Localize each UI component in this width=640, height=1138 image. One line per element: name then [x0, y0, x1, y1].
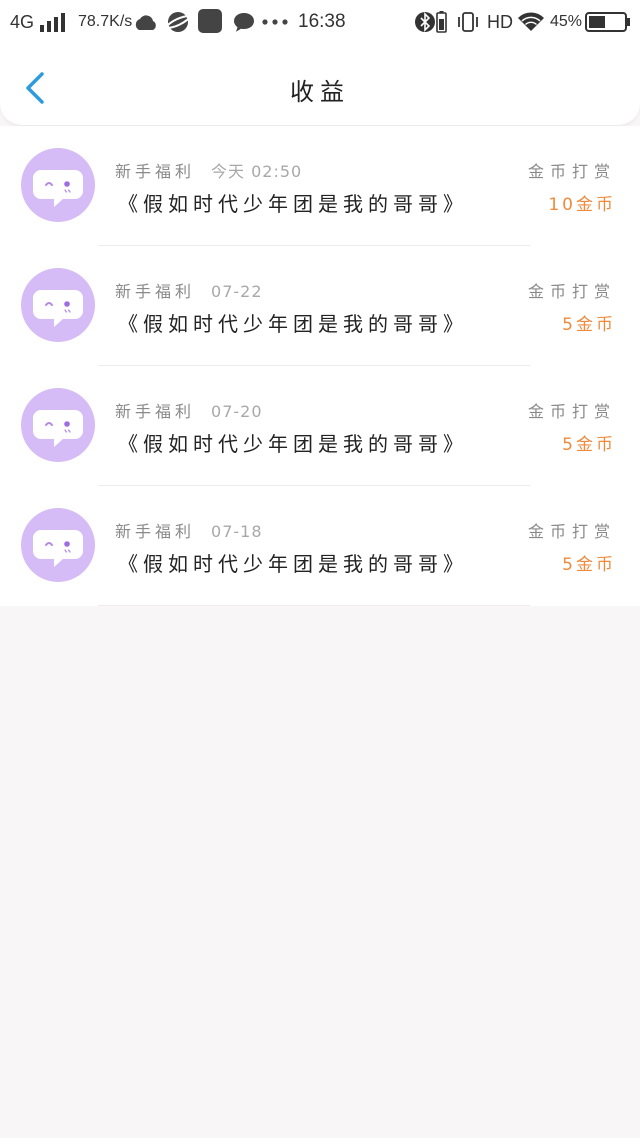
bluetooth-icon: [415, 12, 435, 32]
app-notification-icon: [198, 9, 222, 33]
item-type: 金币打赏: [527, 522, 616, 541]
chat-bubble-face-icon: [33, 410, 83, 447]
item-meta: 新手福利 今天 02:50: [115, 158, 302, 182]
earnings-list: 新手福利 今天 02:50 《假如时代少年团是我的哥哥》 金币打赏 10金币 新手…: [0, 126, 640, 606]
header: 收益: [0, 44, 640, 126]
status-bar: 4G 78.7K/s 16:38 HD 45%: [0, 0, 640, 44]
avatar: [21, 508, 95, 582]
chat-bubble-icon: [234, 13, 254, 32]
network-type: 4G: [10, 12, 35, 32]
item-amount: 5金币: [562, 555, 616, 575]
page-title: 收益: [290, 78, 350, 106]
item-source: 新手福利: [115, 282, 196, 301]
item-amount: 10金币: [548, 195, 616, 215]
item-amount: 5金币: [562, 435, 616, 455]
cloud-icon: [135, 15, 156, 30]
item-date: 07-18: [211, 522, 263, 541]
item-type: 金币打赏: [527, 402, 616, 421]
item-source: 新手福利: [115, 522, 196, 541]
avatar: [21, 388, 95, 462]
divider: [98, 605, 530, 606]
battery-percent: 45%: [550, 13, 583, 30]
chat-bubble-face-icon: [33, 290, 83, 327]
network-speed: 78.7K/s: [78, 13, 133, 30]
item-meta: 新手福利 07-22: [115, 278, 263, 302]
clock: 16:38: [298, 11, 346, 32]
item-title: 《假如时代少年团是我的哥哥》: [118, 312, 468, 336]
item-source: 新手福利: [115, 162, 196, 181]
hd-indicator: HD: [487, 12, 513, 32]
battery-icon: [585, 12, 630, 32]
item-title: 《假如时代少年团是我的哥哥》: [118, 192, 468, 216]
item-source: 新手福利: [115, 402, 196, 421]
list-item[interactable]: 新手福利 07-22 《假如时代少年团是我的哥哥》 金币打赏 5金币: [0, 246, 640, 366]
item-date: 07-20: [211, 402, 263, 421]
avatar: [21, 268, 95, 342]
chat-bubble-face-icon: [33, 530, 83, 567]
item-meta: 新手福利 07-20: [115, 398, 263, 422]
item-date: 07-22: [211, 282, 263, 301]
list-item[interactable]: 新手福利 今天 02:50 《假如时代少年团是我的哥哥》 金币打赏 10金币: [0, 126, 640, 246]
item-title: 《假如时代少年团是我的哥哥》: [118, 552, 468, 576]
item-date: 今天 02:50: [211, 162, 303, 181]
chat-bubble-face-icon: [33, 170, 83, 207]
more-dots-icon: [262, 19, 288, 25]
signal-icon: [40, 13, 65, 32]
vibrate-icon: [458, 12, 478, 32]
list-item[interactable]: 新手福利 07-18 《假如时代少年团是我的哥哥》 金币打赏 5金币: [0, 486, 640, 606]
item-type: 金币打赏: [527, 282, 616, 301]
list-item[interactable]: 新手福利 07-20 《假如时代少年团是我的哥哥》 金币打赏 5金币: [0, 366, 640, 486]
sim-battery-icon: [436, 11, 447, 33]
item-type: 金币打赏: [527, 162, 616, 181]
item-amount: 5金币: [562, 315, 616, 335]
item-title: 《假如时代少年团是我的哥哥》: [118, 432, 468, 456]
wifi-icon: [518, 12, 544, 31]
item-meta: 新手福利 07-18: [115, 518, 263, 542]
planet-app-icon: [166, 12, 190, 32]
avatar: [21, 148, 95, 222]
